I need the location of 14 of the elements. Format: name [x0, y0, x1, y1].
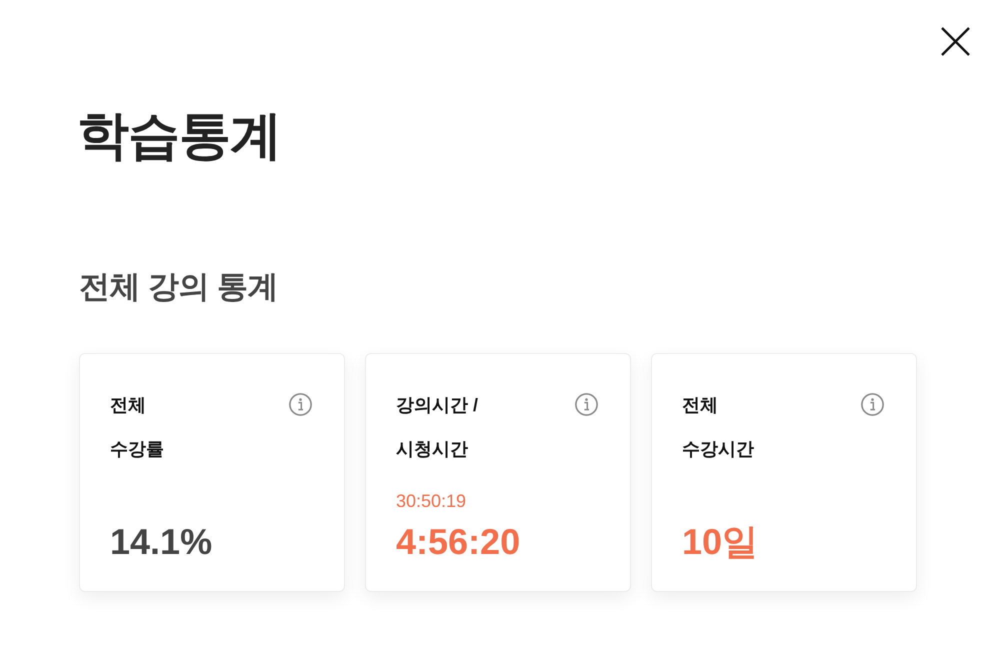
card-label: 전체 수강률: [110, 394, 164, 461]
info-icon[interactable]: [861, 393, 884, 416]
close-icon: [941, 27, 970, 56]
info-icon[interactable]: [575, 393, 598, 416]
card-value: 4:56:20: [396, 520, 520, 564]
card-value: 10일: [682, 520, 758, 564]
page-title: 학습통계: [77, 106, 281, 166]
close-button[interactable]: [941, 27, 970, 56]
card-value: 14.1%: [110, 520, 212, 564]
card-label: 전체 수강시간: [682, 394, 754, 461]
section-title: 전체 강의 통계: [79, 268, 278, 306]
card-label: 강의시간 / 시청시간: [396, 394, 478, 461]
info-icon[interactable]: [289, 393, 312, 416]
card-subvalue: 30:50:19: [396, 490, 466, 513]
